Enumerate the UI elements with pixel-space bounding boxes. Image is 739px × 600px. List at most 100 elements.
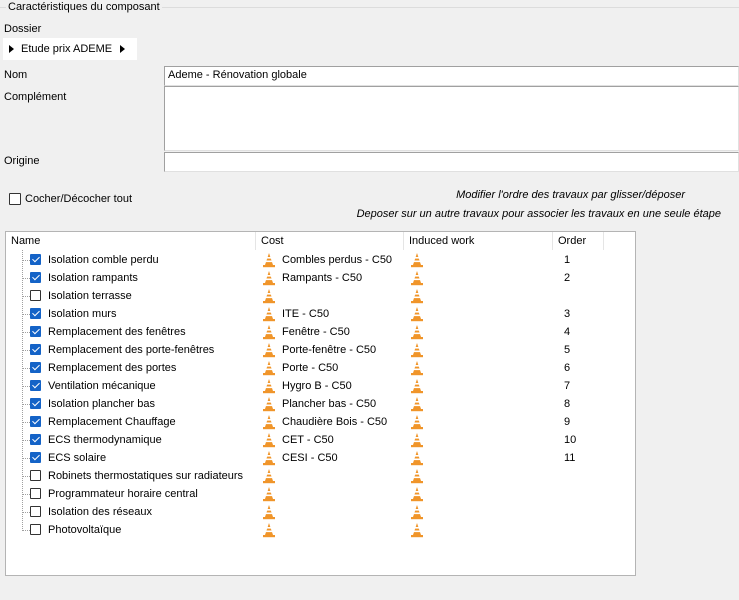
origine-label: Origine [4,155,40,167]
row-order: 5 [564,344,571,356]
row-checkbox[interactable] [30,452,41,463]
complement-label: Complément [4,91,67,103]
row-name: Remplacement des fenêtres [48,326,186,338]
row-order: 6 [564,362,571,374]
tree-connector [22,494,30,495]
row-checkbox[interactable] [30,362,41,373]
tree-row[interactable]: Ventilation mécanique Hygro B - C50 7 [6,377,635,395]
tree-row[interactable]: Isolation terrasse [6,287,635,305]
row-checkbox[interactable] [30,380,41,391]
expand-arrow-icon[interactable] [120,45,126,53]
tree-row[interactable]: Photovoltaïque [6,521,635,539]
row-checkbox[interactable] [30,290,41,301]
column-header-name[interactable]: Name [6,232,256,250]
row-cost: Fenêtre - C50 [282,326,350,338]
row-name: ECS solaire [48,452,107,464]
tree-row[interactable]: ECS thermodynamique CET - C50 10 [6,431,635,449]
tree-connector [22,296,30,297]
folder-breadcrumb[interactable]: Etude prix ADEME [3,38,137,60]
tree-row[interactable]: Remplacement Chauffage Chaudière Bois - C… [6,413,635,431]
column-header-order[interactable]: Order [553,232,604,250]
works-tree-list[interactable]: Name Cost Induced work Order Isolation c… [5,231,636,576]
tree-connector [22,422,30,423]
row-checkbox[interactable] [30,488,41,499]
expand-arrow-icon[interactable] [9,45,14,53]
column-header-cost[interactable]: Cost [256,232,404,250]
row-name: Isolation murs [48,308,117,320]
row-name: Photovoltaïque [48,524,122,536]
row-cost: CESI - C50 [282,452,338,464]
tree-row[interactable]: Robinets thermostatiques sur radiateurs [6,467,635,485]
tree-row[interactable]: Isolation comble perdu Combles perdus - C… [6,251,635,269]
row-name: Remplacement des portes [48,362,177,374]
row-checkbox[interactable] [30,344,41,355]
row-cost: Plancher bas - C50 [282,398,377,410]
nom-field[interactable]: Ademe - Rénovation globale [164,66,739,86]
tree-row[interactable]: Isolation plancher bas Plancher bas - C50… [6,395,635,413]
row-checkbox[interactable] [30,434,41,445]
row-name: ECS thermodynamique [48,434,162,446]
origine-field[interactable] [164,152,739,172]
row-checkbox[interactable] [30,506,41,517]
row-cost: Chaudière Bois - C50 [282,416,388,428]
row-name: Robinets thermostatiques sur radiateurs [48,470,244,482]
row-order: 10 [564,434,577,446]
row-checkbox[interactable] [30,272,41,283]
tree-connector [22,530,30,531]
row-cost: Porte - C50 [282,362,339,374]
row-name: Programmateur horaire central [48,488,198,500]
traffic-cone-icon[interactable] [262,522,276,541]
tree-row[interactable]: Remplacement des porte-fenêtres Porte-fen… [6,341,635,359]
tree-row[interactable]: Isolation des réseaux [6,503,635,521]
tree-connector [22,512,30,513]
tree-row[interactable]: Programmateur horaire central [6,485,635,503]
row-name: Remplacement des porte-fenêtres [48,344,215,356]
tree-row[interactable]: Isolation rampants Rampants - C50 2 [6,269,635,287]
nom-label: Nom [4,69,28,81]
tree-connector [22,278,30,279]
row-name: Isolation rampants [48,272,138,284]
row-checkbox[interactable] [30,308,41,319]
tree-connector [22,476,30,477]
row-cost: ITE - C50 [282,308,330,320]
complement-field[interactable] [164,86,739,151]
row-order: 3 [564,308,571,320]
row-order: 8 [564,398,571,410]
column-header-induced-work[interactable]: Induced work [404,232,553,250]
tree-connector [22,368,30,369]
tree-connector [22,332,30,333]
row-name: Isolation plancher bas [48,398,156,410]
dossier-label: Dossier [4,23,42,35]
tree-row[interactable]: Isolation murs ITE - C50 3 [6,305,635,323]
tree-row[interactable]: Remplacement des portes Porte - C50 6 [6,359,635,377]
row-order: 11 [564,452,576,464]
row-checkbox[interactable] [30,254,41,265]
row-name: Isolation des réseaux [48,506,152,518]
tree-connector [22,404,30,405]
row-checkbox[interactable] [30,398,41,409]
row-order: 9 [564,416,571,428]
tree-row[interactable]: Remplacement des fenêtres Fenêtre - C50 4 [6,323,635,341]
associate-hint: Deposer sur un autre travaux pour associ… [356,208,721,220]
group-title: Caractéristiques du composant [6,1,162,13]
check-all-checkbox[interactable] [9,193,21,205]
row-checkbox[interactable] [30,524,41,535]
folder-path[interactable]: Etude prix ADEME [21,43,112,55]
traffic-cone-icon[interactable] [410,522,424,541]
row-cost: Hygro B - C50 [282,380,352,392]
row-name: Remplacement Chauffage [48,416,176,428]
row-checkbox[interactable] [30,416,41,427]
check-all-toggle[interactable]: Cocher/Décocher tout [9,193,132,205]
reorder-hint: Modifier l'ordre des travaux par glisser… [456,189,685,201]
row-order: 2 [564,272,571,284]
row-cost: Rampants - C50 [282,272,363,284]
row-cost: Porte-fenêtre - C50 [282,344,377,356]
row-checkbox[interactable] [30,326,41,337]
row-checkbox[interactable] [30,470,41,481]
row-name: Isolation comble perdu [48,254,159,266]
row-cost: Combles perdus - C50 [282,254,393,266]
tree-connector [22,440,30,441]
tree-row[interactable]: ECS solaire CESI - C50 11 [6,449,635,467]
tree-connector [22,458,30,459]
check-all-label[interactable]: Cocher/Décocher tout [25,193,132,205]
